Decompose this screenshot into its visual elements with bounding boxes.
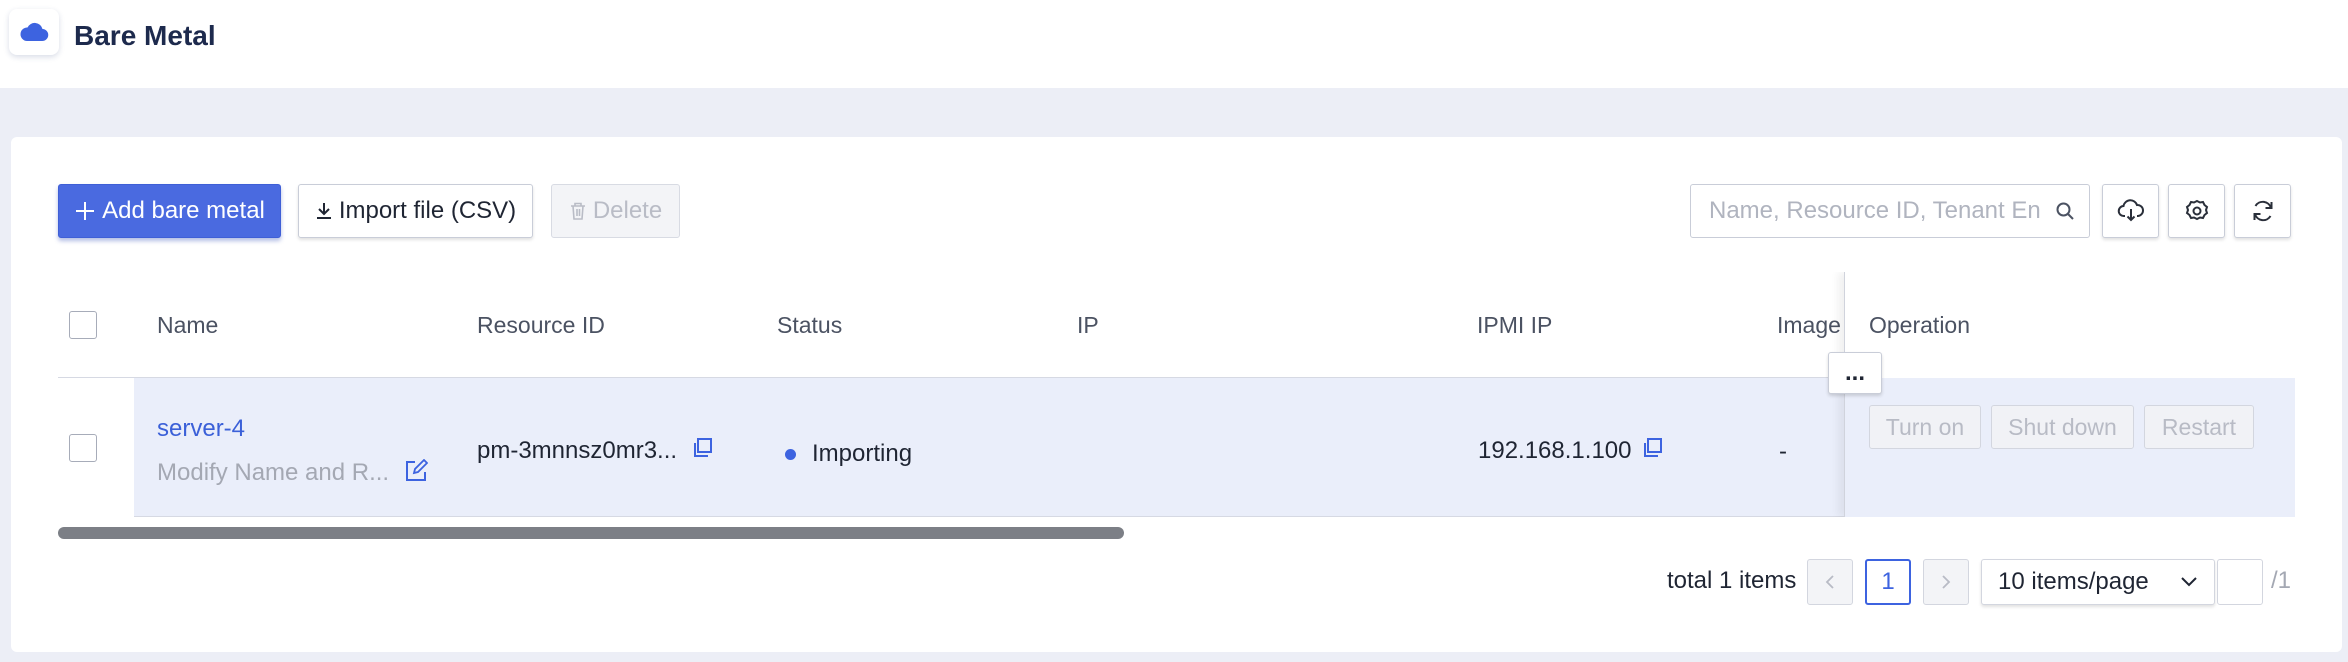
bare-metal-table: Name Resource ID Status IP IPMI IP Image… [58, 272, 2295, 517]
main-card: Add bare metal Import file (CSV) Delete [11, 137, 2342, 652]
column-header-resource-id[interactable]: Resource ID [477, 272, 605, 378]
cloud-download-icon [2117, 199, 2144, 222]
column-header-status[interactable]: Status [777, 272, 842, 378]
search-icon[interactable] [2055, 201, 2075, 221]
chevron-right-icon [1942, 575, 1951, 589]
page-1-button[interactable]: 1 [1865, 559, 1911, 605]
turn-on-button[interactable]: Turn on [1869, 405, 1981, 449]
image-cell: - [1779, 438, 1787, 465]
refresh-icon [2253, 200, 2272, 222]
prev-page-button[interactable] [1807, 559, 1853, 605]
column-header-ipmi-ip[interactable]: IPMI IP [1477, 272, 1552, 378]
trash-icon [570, 202, 585, 220]
total-items-text: total 1 items [1667, 567, 1797, 594]
delete-button[interactable]: Delete [551, 184, 680, 238]
gear-icon [2185, 199, 2208, 221]
status-cell: Importing [785, 440, 912, 468]
copy-icon[interactable] [692, 437, 714, 459]
total-pages-value: /1 [2271, 567, 2292, 594]
shut-down-button[interactable]: Shut down [1991, 405, 2134, 449]
refresh-button[interactable] [2234, 184, 2291, 238]
chevron-down-icon [2181, 577, 2197, 587]
server-description: Modify Name and R... [157, 458, 428, 487]
import-csv-button[interactable]: Import file (CSV) [298, 184, 533, 238]
plus-icon [76, 202, 95, 220]
download-icon [316, 203, 331, 219]
cloud-icon [20, 22, 49, 42]
server-description-text: Modify Name and R... [157, 459, 390, 486]
row-select-cell [58, 378, 134, 517]
select-all-checkbox[interactable] [69, 311, 97, 339]
chevron-left-icon [1825, 575, 1834, 589]
delete-label: Delete [592, 197, 663, 224]
add-bare-metal-label: Add bare metal [102, 197, 265, 224]
resource-id-cell: pm-3mnnsz0mr3... [477, 437, 714, 465]
horizontal-scrollbar[interactable] [58, 527, 1124, 539]
import-csv-label: Import file (CSV) [338, 197, 517, 224]
page-size-select[interactable]: 10 items/page [1981, 559, 2215, 605]
operation-column: Operation Turn on Shut down Restart [1844, 272, 2295, 517]
status-dot-icon [785, 449, 796, 461]
page-size-value: 10 items/page [1998, 568, 2149, 595]
column-header-operation: Operation [1869, 272, 2295, 378]
restart-button[interactable]: Restart [2144, 405, 2254, 449]
column-header-ip[interactable]: IP [1077, 272, 1099, 378]
ipmi-ip-text: 192.168.1.100 [1478, 437, 1632, 464]
page-title: Bare Metal [74, 20, 216, 51]
search-box[interactable] [1690, 184, 2090, 238]
row-checkbox[interactable] [69, 434, 97, 462]
more-actions-button[interactable]: ... [1828, 352, 1882, 394]
page-header: Bare Metal [0, 0, 2348, 88]
copy-icon[interactable] [1642, 437, 1664, 459]
settings-button[interactable] [2168, 184, 2225, 238]
add-bare-metal-button[interactable]: Add bare metal [58, 184, 281, 238]
total-pages-text: /1 [2271, 567, 2291, 595]
edit-icon[interactable] [404, 458, 428, 483]
next-page-button[interactable] [1923, 559, 1969, 605]
export-button[interactable] [2102, 184, 2159, 238]
ipmi-ip-cell: 192.168.1.100 [1478, 437, 1664, 465]
app-logo [9, 9, 59, 55]
search-input[interactable] [1709, 197, 2055, 225]
status-text: Importing [812, 440, 913, 467]
server-name-link[interactable]: server-4 [157, 415, 245, 443]
resource-id-text: pm-3mnnsz0mr3... [477, 437, 678, 464]
column-header-name[interactable]: Name [157, 272, 218, 378]
page-jump-input[interactable] [2217, 559, 2263, 605]
